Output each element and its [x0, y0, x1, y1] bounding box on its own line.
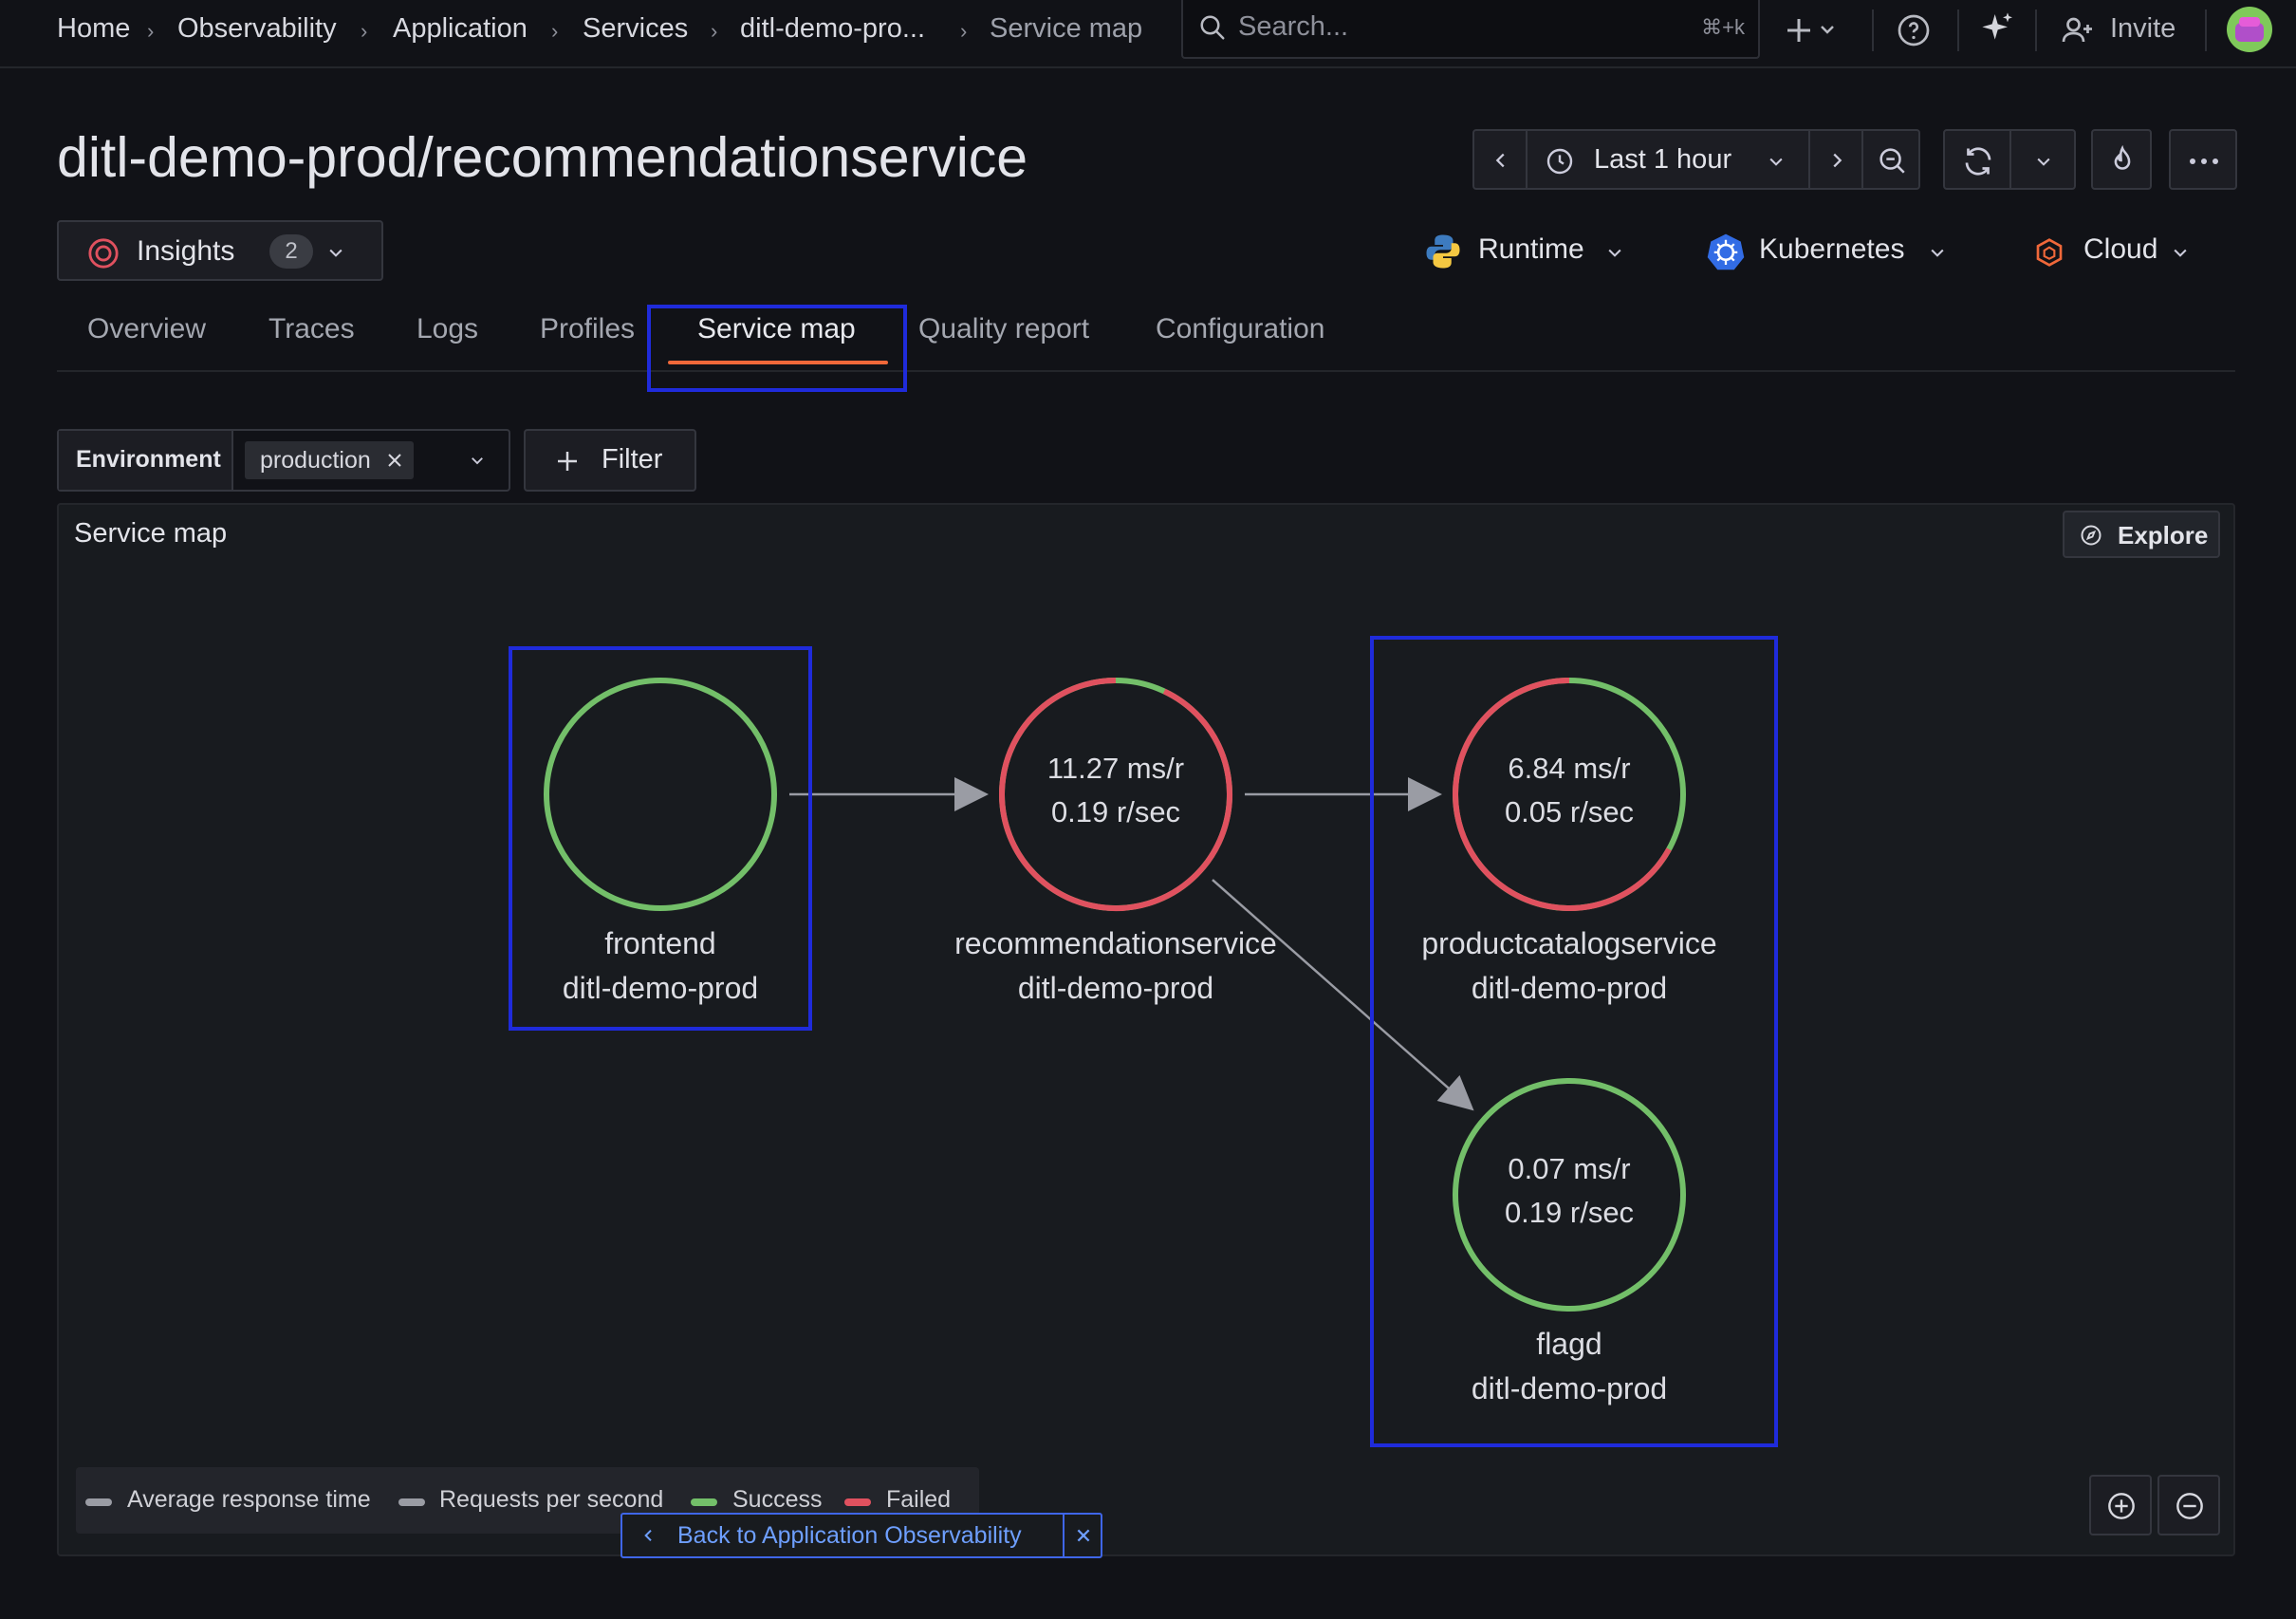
divider: [1063, 1515, 1065, 1556]
zoom-in-button[interactable]: [2089, 1475, 2152, 1535]
legend-failed: Failed: [886, 1486, 952, 1513]
back-banner-label: Back to Application Observability: [677, 1522, 1022, 1549]
node-recommendationservice-namespace: ditl-demo-prod: [1017, 971, 1214, 1005]
highlight-box-frontend: [509, 646, 812, 1031]
node-recommendationservice-ring[interactable]: [999, 678, 1232, 911]
legend-success: Success: [732, 1486, 823, 1513]
node-recommendationservice-label[interactable]: recommendationservice ditl-demo-prod: [917, 921, 1315, 1011]
edge-frontend-to-recommendationservice[interactable]: [789, 777, 989, 811]
legend-swatch-response-time: [85, 1498, 112, 1506]
zoom-out-button[interactable]: [2157, 1475, 2220, 1535]
back-to-app-observability-link[interactable]: Back to Application Observability: [622, 1515, 1063, 1556]
highlight-box-downstream: [1370, 636, 1778, 1447]
legend-swatch-success: [691, 1498, 717, 1506]
arrowhead-icon: [954, 777, 989, 811]
legend-swatch-failed: [844, 1498, 871, 1506]
zoom-out-icon: [2176, 1493, 2203, 1519]
zoom-in-icon: [2108, 1493, 2135, 1519]
legend-swatch-rps: [398, 1498, 425, 1506]
node-recommendationservice-name: recommendationservice: [954, 926, 1277, 960]
legend-response-time: Average response time: [127, 1486, 371, 1513]
chevron-left-icon: [644, 1529, 652, 1542]
node-recommendationservice-rate: 0.19 r/sec: [1050, 795, 1181, 828]
node-recommendationservice-latency: 11.27 ms/r: [1046, 752, 1185, 785]
legend-rps: Requests per second: [439, 1486, 664, 1513]
close-icon[interactable]: [1075, 1527, 1092, 1544]
back-banner: Back to Application Observability: [620, 1513, 1102, 1558]
